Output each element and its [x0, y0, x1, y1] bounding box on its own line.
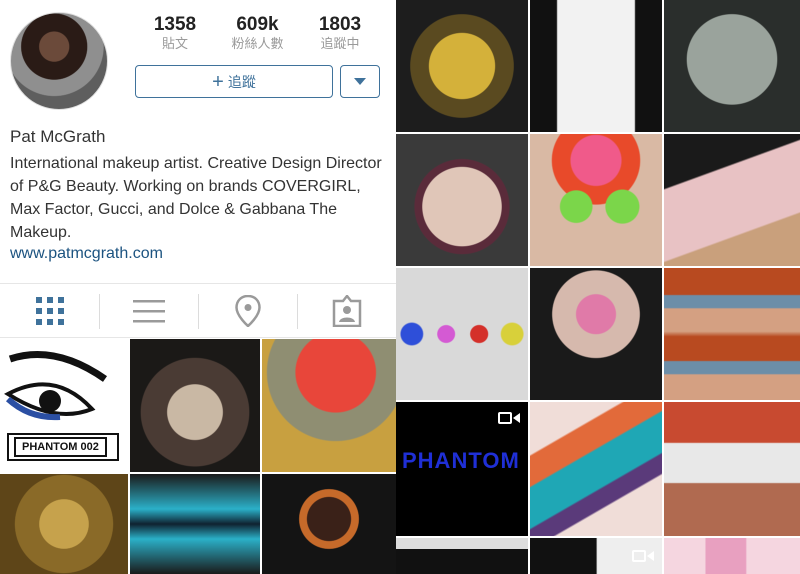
tagged-person-icon	[332, 294, 361, 327]
stat-followers[interactable]: 609k 粉絲人數	[218, 14, 298, 52]
stat-followers-count: 609k	[236, 14, 279, 35]
post-thumbnail[interactable]	[664, 538, 800, 574]
video-icon	[498, 410, 520, 426]
plus-icon: +	[212, 70, 224, 93]
stat-posts-count: 1358	[153, 14, 197, 35]
post-thumbnail[interactable]	[530, 134, 662, 266]
post-thumbnail[interactable]	[396, 268, 528, 400]
tab-list-view[interactable]	[99, 284, 198, 337]
post-thumbnail[interactable]	[664, 134, 800, 266]
post-caption: PHANTOM 002	[14, 437, 107, 457]
profile-website-link[interactable]: www.patmcgrath.com	[10, 245, 163, 263]
post-thumbnail[interactable]	[0, 474, 128, 574]
profile-stats: 1358 貼文 609k 粉絲人數 1803 追蹤中	[135, 14, 380, 52]
tab-places[interactable]	[198, 284, 297, 337]
chevron-down-icon	[354, 78, 366, 85]
location-pin-icon	[234, 294, 261, 327]
tab-grid-view[interactable]	[0, 284, 99, 337]
tab-tagged[interactable]	[297, 284, 396, 337]
post-thumbnail[interactable]	[396, 538, 528, 574]
post-thumbnail[interactable]	[262, 339, 396, 472]
post-thumbnail[interactable]	[530, 0, 662, 132]
video-title-text: PHANTOM	[402, 448, 520, 473]
stat-posts-label: 貼文	[161, 36, 188, 51]
grid-icon	[35, 296, 64, 325]
video-icon	[98, 347, 120, 363]
post-thumbnail[interactable]	[262, 474, 396, 574]
post-thumbnail[interactable]	[396, 134, 528, 266]
follow-button-label: 追蹤	[227, 73, 256, 90]
list-icon	[132, 299, 165, 322]
stat-followers-label: 粉絲人數	[231, 36, 284, 51]
stat-following-label: 追蹤中	[320, 36, 360, 51]
profile-tabs	[0, 283, 396, 338]
post-thumbnail[interactable]	[130, 474, 260, 574]
post-thumbnail[interactable]	[664, 268, 800, 400]
follow-button[interactable]: + 追蹤	[135, 65, 333, 98]
post-thumbnail[interactable]	[530, 538, 662, 574]
profile-panel: 1358 貼文 609k 粉絲人數 1803 追蹤中 + 追蹤 Pat McGr…	[0, 0, 396, 574]
video-icon	[632, 548, 654, 564]
stat-posts[interactable]: 1358 貼文	[135, 14, 215, 52]
profile-bio: International makeup artist. Creative De…	[10, 155, 382, 241]
stat-following[interactable]: 1803 追蹤中	[300, 14, 380, 52]
post-thumbnail[interactable]	[664, 0, 800, 132]
profile-name: Pat McGrath	[10, 127, 106, 146]
post-thumbnail[interactable]	[530, 402, 662, 536]
suggestions-dropdown-button[interactable]	[340, 65, 380, 98]
stat-following-count: 1803	[318, 14, 362, 35]
avatar[interactable]	[10, 12, 108, 110]
post-thumbnail[interactable]: PHANTOM	[396, 402, 528, 536]
photo-grid-right: PHANTOM	[396, 0, 800, 574]
post-thumbnail[interactable]	[396, 0, 528, 132]
post-thumbnail[interactable]	[530, 268, 662, 400]
post-thumbnail[interactable]	[664, 402, 800, 536]
post-thumbnail[interactable]: PHANTOM 002	[0, 339, 128, 472]
post-thumbnail[interactable]	[130, 339, 260, 472]
